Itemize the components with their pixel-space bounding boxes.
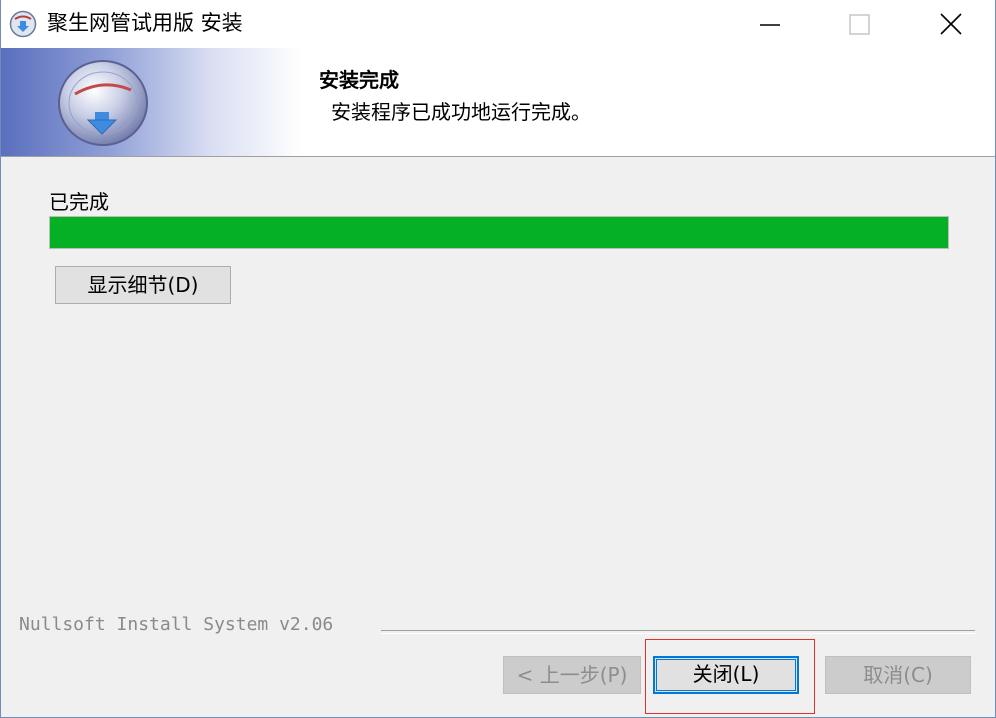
- header-banner: 安装完成 安装程序已成功地运行完成。: [1, 48, 995, 157]
- installer-window: 聚生网管试用版 安装 安装完成 安装程序已成功地运行完成。 已完成 显示细节(D…: [0, 0, 996, 718]
- title-bar[interactable]: 聚生网管试用版 安装: [1, 0, 995, 48]
- progress-bar: [49, 216, 949, 249]
- maximize-button[interactable]: [815, 0, 905, 48]
- close-window-button[interactable]: [905, 0, 995, 48]
- back-button[interactable]: < 上一步(P): [503, 656, 641, 694]
- cancel-button[interactable]: 取消(C): [825, 656, 971, 694]
- minimize-icon: [760, 24, 780, 26]
- progress-bar-fill: [50, 217, 948, 248]
- close-icon: [940, 13, 962, 35]
- header-title: 安装完成: [319, 68, 399, 92]
- nsis-branding: Nullsoft Install System v2.06: [19, 614, 334, 635]
- highlight-box: [645, 639, 815, 714]
- status-label: 已完成: [49, 190, 109, 214]
- maximize-icon: [849, 14, 870, 35]
- window-title: 聚生网管试用版 安装: [47, 11, 243, 35]
- header-subtitle: 安装程序已成功地运行完成。: [331, 100, 591, 124]
- footer-divider: [381, 630, 975, 634]
- minimize-button[interactable]: [725, 0, 815, 48]
- installer-disc-logo: [58, 60, 148, 146]
- installer-app-icon: [9, 10, 37, 38]
- show-details-button[interactable]: 显示细节(D): [55, 266, 231, 304]
